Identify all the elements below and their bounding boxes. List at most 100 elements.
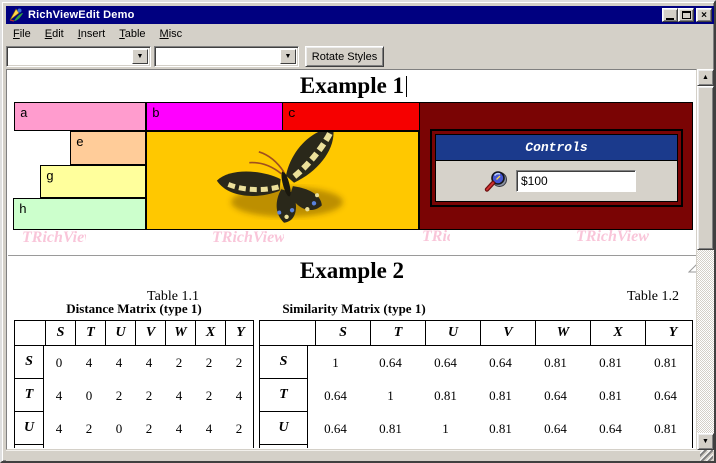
col-header: V (135, 321, 165, 345)
combo-dropdown-button[interactable]: ▼ (132, 49, 148, 64)
window-title: RichViewEdit Demo (28, 9, 135, 21)
row-header: S (260, 346, 308, 379)
amount-input[interactable] (516, 170, 636, 192)
col-header: X (195, 321, 225, 345)
col-header: Y (645, 321, 696, 345)
butterfly-image (147, 132, 418, 229)
menu-table[interactable]: Table (112, 26, 152, 42)
chevron-down-icon: ▼ (285, 53, 292, 60)
cell: 0.81 (583, 346, 638, 379)
cell: 4 (164, 379, 194, 412)
minimize-icon (666, 18, 674, 20)
example2-heading: Example 2 (8, 258, 696, 284)
menu-edit[interactable]: Edit (38, 26, 71, 42)
col-header: S (45, 321, 75, 345)
text-style-combobox-value[interactable] (9, 49, 131, 64)
cell: 4 (44, 379, 74, 412)
watermark-fragment: TRichView (576, 228, 656, 245)
editor-content-area[interactable]: Example 1 TRichView TRichView TRichView … (6, 69, 697, 450)
minimize-button[interactable] (662, 8, 678, 22)
maximize-icon (682, 11, 691, 19)
rotate-styles-button[interactable]: Rotate Styles (305, 46, 384, 67)
col-header: U (105, 321, 135, 345)
cell: 4 (164, 412, 194, 445)
maximize-button[interactable] (678, 8, 694, 22)
controls-group-box: Controls (430, 129, 683, 207)
cell: 0.81 (638, 346, 693, 379)
cell: 1 (363, 379, 418, 412)
title-bar[interactable]: RichViewEdit Demo × (6, 6, 714, 24)
cell: 0.64 (638, 379, 693, 412)
example1-heading: Example 1 (8, 73, 696, 99)
watermark-fragment: TRichView (212, 229, 284, 244)
cell: 0 (74, 379, 104, 412)
cell: 4 (224, 379, 254, 412)
watermark-fragment: TRichView (22, 229, 86, 244)
cell: 0.81 (473, 379, 528, 412)
distance-matrix-table[interactable]: S T U V W X Y S 0 4 4 4 2 2 2 (14, 320, 254, 448)
table-cell-a[interactable]: a (14, 102, 146, 131)
cell: 1 (418, 412, 473, 445)
menu-insert[interactable]: Insert (71, 26, 113, 42)
table-cell-c[interactable]: c (282, 102, 420, 131)
table-cell-h[interactable]: h (13, 198, 146, 230)
scroll-up-button[interactable]: ▲ (697, 69, 714, 86)
combo-dropdown-button[interactable]: ▼ (280, 49, 296, 64)
corner-cell (15, 321, 45, 345)
col-header: T (370, 321, 425, 345)
col-header: Y (225, 321, 255, 345)
cell: 2 (194, 346, 224, 379)
table-row: T 4 0 2 2 4 2 4 (15, 379, 253, 412)
resize-grip-icon[interactable] (700, 450, 713, 461)
menu-file[interactable]: File (6, 26, 38, 42)
butterfly-image-cell[interactable] (146, 131, 419, 230)
cell: 0.64 (528, 379, 583, 412)
paragraph-style-combobox-value[interactable] (157, 49, 279, 64)
cell: 0.64 (308, 379, 363, 412)
cell: 0.81 (638, 412, 693, 445)
paragraph-style-combobox[interactable]: ▼ (154, 46, 299, 67)
cell: 2 (134, 412, 164, 445)
col-header: U (425, 321, 480, 345)
cell: 0.64 (528, 412, 583, 445)
scrollbar-thumb[interactable] (697, 86, 714, 250)
toolbar: ▼ ▼ Rotate Styles (6, 44, 714, 69)
table-cell-g[interactable]: g (40, 165, 146, 198)
row-header: U (260, 412, 308, 445)
text-style-combobox[interactable]: ▼ (6, 46, 151, 67)
vertical-scrollbar[interactable]: ▲ ▼ (697, 69, 714, 450)
cell: 0.64 (418, 346, 473, 379)
table-row: S 0 4 4 4 2 2 2 (15, 346, 253, 379)
controls-panel-body (436, 161, 677, 201)
app-window: RichViewEdit Demo × File Edit Insert Tab… (0, 0, 716, 463)
window-controls: × (662, 8, 712, 22)
menu-misc[interactable]: Misc (153, 26, 190, 42)
table-cell-e[interactable]: e (70, 131, 146, 165)
magnifier-icon (484, 170, 510, 192)
table-header-row: S T U V W X Y (15, 321, 253, 346)
cell: 4 (74, 346, 104, 379)
controls-host-cell[interactable]: Controls (419, 102, 693, 230)
col-header: X (590, 321, 645, 345)
cell: 0.81 (363, 412, 418, 445)
editor-canvas[interactable]: Example 1 TRichView TRichView TRichView … (8, 71, 696, 448)
col-header: S (315, 321, 370, 345)
scroll-down-button[interactable]: ▼ (697, 433, 714, 450)
cell: 2 (134, 379, 164, 412)
cell: 0.64 (308, 412, 363, 445)
text-caret (406, 76, 407, 97)
cell: 4 (44, 412, 74, 445)
cell: 2 (224, 412, 254, 445)
similarity-matrix-table[interactable]: S T U V W X Y S 1 0.64 0.64 0.64 0.81 0.… (259, 320, 693, 448)
table-cell-b[interactable]: b (146, 102, 283, 131)
corner-cell (260, 321, 315, 345)
close-button[interactable]: × (696, 8, 712, 22)
cell: 0.81 (583, 379, 638, 412)
col-header: T (75, 321, 105, 345)
page-divider (8, 255, 696, 257)
controls-inner-panel: Controls (435, 134, 678, 202)
table-row: T 0.64 1 0.81 0.81 0.64 0.81 0.64 (260, 379, 692, 412)
table-row: U 4 2 0 2 4 4 2 (15, 412, 253, 445)
cell: 0 (104, 412, 134, 445)
row-header: U (15, 412, 44, 445)
